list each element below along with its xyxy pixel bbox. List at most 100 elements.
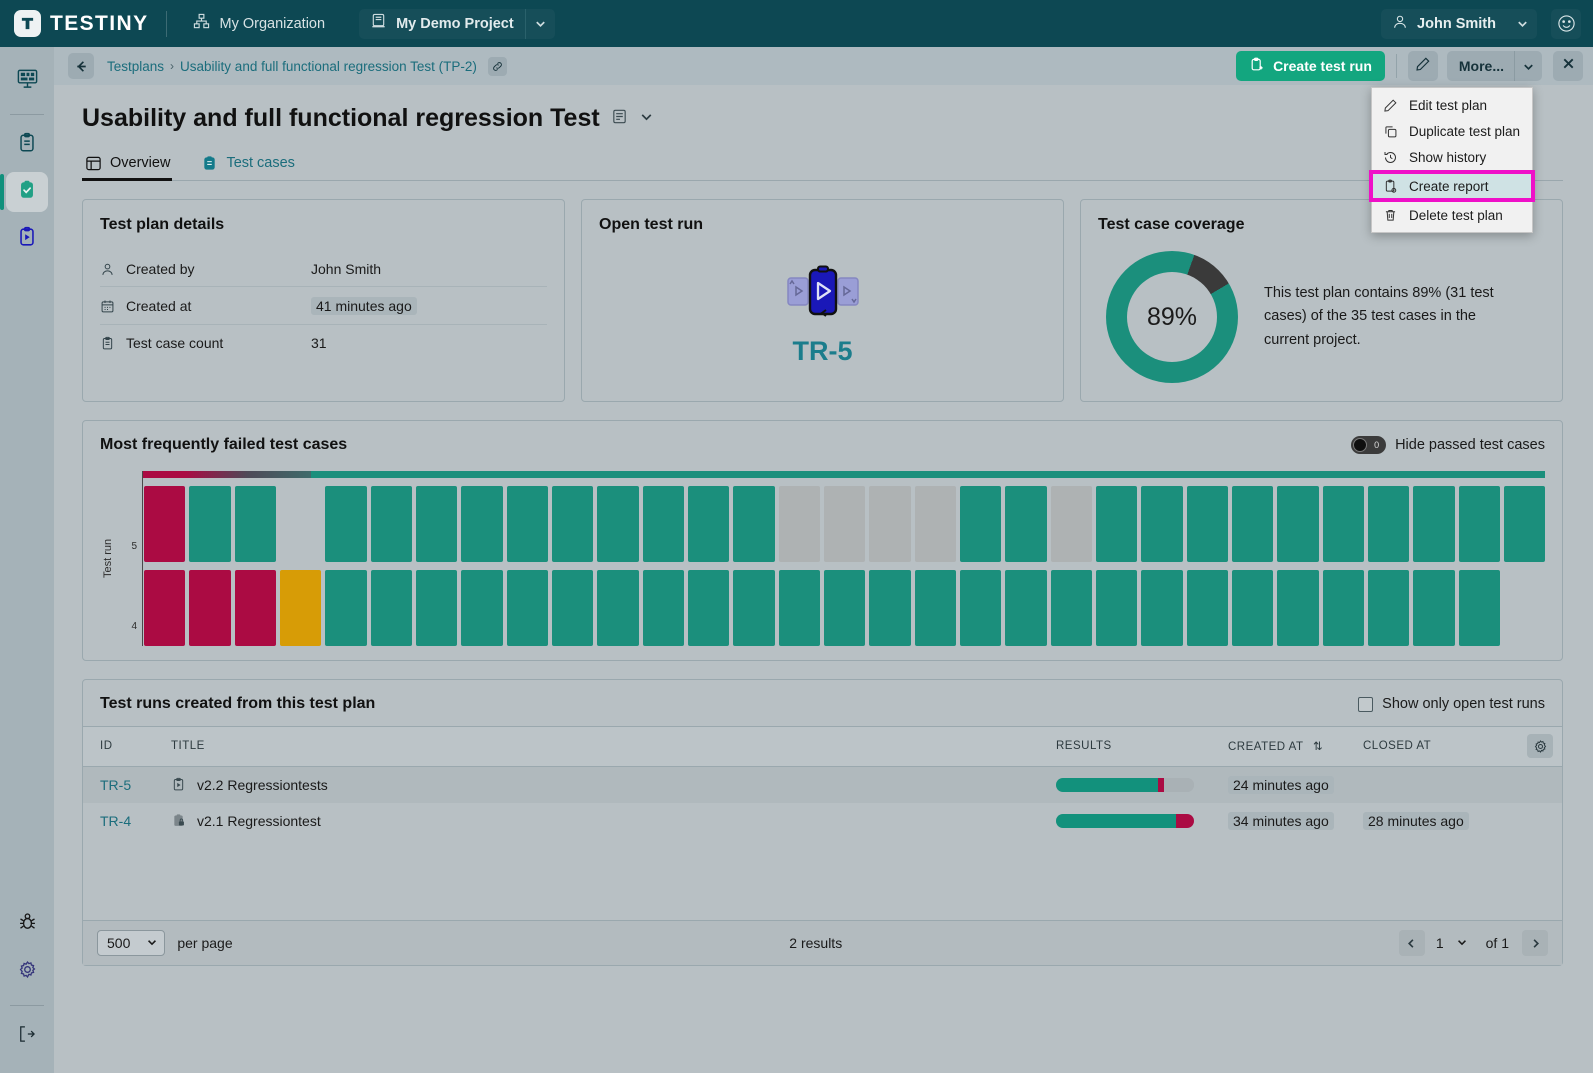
chevron-down-icon[interactable] [1514, 51, 1542, 81]
chart-cell[interactable] [1323, 486, 1364, 562]
tab-test-cases[interactable]: Test cases [198, 147, 297, 180]
chart-cell[interactable] [869, 486, 910, 562]
chart-cell[interactable] [1096, 570, 1137, 646]
create-test-run-button[interactable]: Create test run [1236, 51, 1385, 81]
chart-cell[interactable] [688, 486, 729, 562]
chart-cell[interactable] [1141, 570, 1182, 646]
chart-cell[interactable] [1504, 486, 1545, 562]
chart-cell[interactable] [1459, 570, 1500, 646]
chart-cell[interactable] [1413, 570, 1454, 646]
chart-cell[interactable] [1277, 570, 1318, 646]
tab-overview[interactable]: Overview [82, 147, 172, 180]
chart-cell[interactable] [1051, 486, 1092, 562]
user-menu[interactable]: John Smith [1381, 9, 1537, 39]
chart-cell[interactable] [733, 570, 774, 646]
chart-cell[interactable] [1323, 570, 1364, 646]
chart-cell[interactable] [552, 486, 593, 562]
chevron-down-icon[interactable] [525, 9, 555, 39]
breadcrumb-current[interactable]: Usability and full functional regression… [180, 59, 477, 74]
chart-cell[interactable] [371, 570, 412, 646]
back-button[interactable] [68, 53, 94, 79]
chart-cell[interactable] [824, 486, 865, 562]
chart-cell[interactable] [189, 570, 230, 646]
show-open-runs-group[interactable]: Show only open test runs [1358, 696, 1545, 712]
chevron-down-icon[interactable] [1507, 9, 1537, 39]
hide-passed-toggle-group[interactable]: 0 Hide passed test cases [1351, 436, 1545, 454]
per-page-select[interactable]: 500 [97, 930, 165, 956]
chart-cell[interactable] [779, 486, 820, 562]
sidebar-item-settings[interactable] [6, 952, 48, 992]
chevron-right-icon[interactable] [1522, 930, 1548, 956]
chart-cell[interactable] [1368, 486, 1409, 562]
chart-cell[interactable] [733, 486, 774, 562]
chart-cell[interactable] [960, 486, 1001, 562]
table-row[interactable]: TR-5v2.2 Regressiontests24 minutes ago [83, 767, 1562, 803]
project-selector[interactable]: My Demo Project [359, 9, 555, 39]
chart-cell[interactable] [280, 570, 321, 646]
chart-cell[interactable] [1141, 486, 1182, 562]
chart-cell[interactable] [1187, 486, 1228, 562]
chart-cell[interactable] [325, 486, 366, 562]
chart-cell[interactable] [688, 570, 729, 646]
chart-cell[interactable] [1232, 486, 1273, 562]
chart-cell[interactable] [1005, 486, 1046, 562]
chart-cell[interactable] [597, 570, 638, 646]
menu-item-create-report[interactable]: Create report [1372, 173, 1532, 199]
menu-item-edit-test-plan[interactable]: Edit test plan [1372, 92, 1532, 118]
column-header-id[interactable]: ID [83, 727, 171, 767]
chart-cell[interactable] [189, 486, 230, 562]
chart-cell[interactable] [1232, 570, 1273, 646]
chart-cell[interactable] [507, 570, 548, 646]
edit-button[interactable] [1408, 51, 1438, 81]
chart-cell[interactable] [235, 570, 276, 646]
open-test-run-link[interactable]: TR-5 [599, 245, 1046, 383]
close-button[interactable] [1553, 51, 1583, 81]
chart-cell[interactable] [1413, 486, 1454, 562]
chart-cell[interactable] [235, 486, 276, 562]
chart-cell[interactable] [960, 570, 1001, 646]
chart-cell[interactable] [643, 570, 684, 646]
chart-cell[interactable] [779, 570, 820, 646]
organization-selector[interactable]: My Organization [185, 7, 333, 40]
copy-link-icon[interactable] [488, 57, 507, 76]
chevron-down-icon[interactable] [639, 109, 654, 128]
project-selector-main[interactable]: My Demo Project [359, 9, 525, 39]
menu-item-duplicate-test-plan[interactable]: Duplicate test plan [1372, 118, 1532, 144]
chart-cell[interactable] [915, 570, 956, 646]
column-header-created-at[interactable]: CREATED AT ⇅ [1228, 727, 1363, 767]
chart-cell[interactable] [507, 486, 548, 562]
chart-cell[interactable] [1096, 486, 1137, 562]
hide-passed-toggle[interactable]: 0 [1351, 436, 1386, 454]
chart-cell[interactable] [1051, 570, 1092, 646]
show-open-runs-checkbox[interactable] [1358, 697, 1373, 712]
chart-cell[interactable] [325, 570, 366, 646]
table-row[interactable]: TR-4v2.1 Regressiontest34 minutes ago28 … [83, 803, 1562, 839]
smiley-help-icon[interactable] [1551, 9, 1581, 39]
chart-cell[interactable] [144, 570, 185, 646]
chart-cell[interactable] [280, 486, 321, 562]
sidebar-item-test-cases[interactable] [6, 125, 48, 165]
sidebar-item-defects[interactable] [6, 905, 48, 945]
sidebar-item-logout[interactable] [6, 1016, 48, 1056]
chart-cell[interactable] [869, 570, 910, 646]
sidebar-item-dashboard[interactable] [6, 61, 48, 101]
chart-cell[interactable] [1187, 570, 1228, 646]
chart-cell[interactable] [1368, 570, 1409, 646]
sidebar-item-test-runs[interactable] [6, 219, 48, 259]
chart-cell[interactable] [1005, 570, 1046, 646]
chart-cell[interactable] [416, 486, 457, 562]
breadcrumb-root[interactable]: Testplans [107, 59, 164, 74]
sort-arrows-icon[interactable]: ⇅ [1313, 741, 1323, 753]
description-icon[interactable] [611, 108, 628, 129]
app-logo[interactable]: TESTINY [14, 10, 148, 37]
chart-cell[interactable] [461, 486, 502, 562]
page-select[interactable]: 1 [1431, 935, 1473, 951]
column-header-title[interactable]: TITLE [171, 727, 1056, 767]
chart-cell[interactable] [144, 486, 185, 562]
chevron-left-icon[interactable] [1399, 930, 1425, 956]
chart-cell[interactable] [597, 486, 638, 562]
more-menu-button[interactable]: More... [1447, 51, 1542, 81]
menu-item-show-history[interactable]: Show history [1372, 144, 1532, 170]
chart-cell[interactable] [416, 570, 457, 646]
chart-cell[interactable] [1277, 486, 1318, 562]
